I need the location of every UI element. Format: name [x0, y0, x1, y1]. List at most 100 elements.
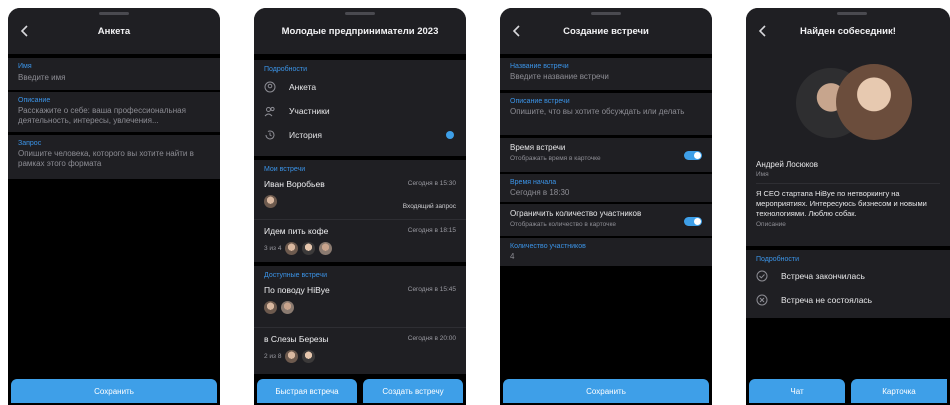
meeting-card[interactable]: Иван Воробьев Сегодня в 15:30 Входящий з…	[254, 173, 466, 219]
meeting-time: Сегодня в 15:30	[407, 180, 456, 187]
my-meetings-section: Мои встречи Иван Воробьев Сегодня в 15:3…	[254, 160, 466, 262]
details-section: Подробности Анкета Участники История	[254, 60, 466, 156]
chat-button[interactable]: Чат	[749, 379, 845, 403]
meeting-name-field[interactable]: Название встречи Введите название встреч…	[500, 58, 712, 90]
limit-participants-title: Ограничить количество участников	[510, 209, 642, 218]
name-input[interactable]: Введите имя	[18, 73, 210, 83]
photo-area	[746, 54, 950, 154]
history-icon	[265, 130, 275, 140]
meeting-time-title: Время встречи	[510, 143, 566, 152]
participants-count-label: Количество участников	[510, 243, 586, 250]
description-field[interactable]: Описание Расскажите о себе: ваша професс…	[8, 92, 220, 132]
avatar	[302, 349, 316, 363]
details-label: Подробности	[756, 256, 800, 263]
users-icon	[264, 106, 275, 117]
screen-profile-form: Анкета Имя Введите имя Описание Расскажи…	[8, 8, 220, 405]
profile-info: Андрей Лосюков Имя Я CEO стартапа HiBye …	[746, 154, 950, 246]
description-input[interactable]: Расскажите о себе: ваша профессиональная…	[18, 106, 210, 126]
page-title: Найден собеседник!	[800, 25, 896, 37]
menu-item-profile[interactable]: Анкета	[254, 75, 466, 99]
avatar	[281, 300, 294, 314]
my-meetings-label: Мои встречи	[264, 166, 306, 173]
card-button[interactable]: Карточка	[851, 379, 947, 403]
screen-match-found: Найден собеседник! Андрей Лосюков Имя Я …	[746, 8, 950, 405]
start-time-value[interactable]: Сегодня в 18:30	[510, 188, 702, 198]
avatar	[302, 241, 316, 255]
start-time-label: Время начала	[510, 179, 557, 186]
request-label: Запрос	[18, 140, 42, 147]
meeting-description-label: Описание встречи	[510, 98, 570, 105]
request-field[interactable]: Запрос Опишите человека, которого вы хот…	[8, 135, 220, 179]
meeting-time: Сегодня в 15:45	[407, 286, 456, 293]
match-name: Андрей Лосюков	[756, 160, 818, 169]
check-circle-icon	[756, 270, 768, 282]
limit-participants-toggle-row: Ограничить количество участников Отображ…	[500, 204, 712, 236]
menu-item-label: Участники	[289, 106, 330, 116]
menu-item-label: Анкета	[289, 82, 317, 92]
meeting-not-happened-option[interactable]: Встреча не состоялась	[746, 289, 950, 311]
option-label: Встреча не состоялась	[781, 295, 873, 305]
meeting-description-field[interactable]: Описание встречи Опишите, что вы хотите …	[500, 93, 712, 135]
menu-item-participants[interactable]: Участники	[254, 99, 466, 123]
avatar	[264, 300, 277, 314]
avatar	[285, 241, 299, 255]
page-title: Анкета	[97, 25, 131, 37]
name-label: Имя	[18, 63, 32, 70]
meeting-time: Сегодня в 20:00	[407, 335, 456, 342]
meeting-card[interactable]: По поводу HiBye Сегодня в 15:45	[254, 279, 466, 327]
meeting-card[interactable]: в Слезы Березы Сегодня в 20:00 2 из 8	[254, 328, 466, 376]
option-label: Встреча закончилась	[781, 271, 865, 281]
page-title: Создание встречи	[563, 25, 649, 37]
participants-count-field[interactable]: Количество участников 4	[500, 238, 712, 266]
details-label: Подробности	[264, 66, 308, 73]
meeting-name-label: Название встречи	[510, 63, 569, 70]
header: Найден собеседник!	[746, 8, 950, 54]
meeting-time: Сегодня в 18:15	[407, 227, 456, 234]
available-meetings-label: Доступные встречи	[264, 272, 327, 279]
save-button[interactable]: Сохранить	[11, 379, 217, 403]
available-meetings-section: Доступные встречи По поводу HiBye Сегодн…	[254, 266, 466, 374]
notification-dot	[446, 131, 454, 139]
screen-create-meeting: Создание встречи Название встречи Введит…	[500, 8, 712, 405]
participants-count: 3 из 4	[264, 244, 282, 252]
header: Молодые предприниматели 2023	[254, 8, 466, 54]
match-about: Я CEO стартапа HiBye по нетворкингу на м…	[756, 189, 927, 218]
match-name-caption: Имя	[756, 171, 769, 178]
name-field[interactable]: Имя Введите имя	[8, 58, 220, 90]
avatar	[264, 194, 277, 208]
start-time-field[interactable]: Время начала Сегодня в 18:30	[500, 174, 712, 202]
save-button[interactable]: Сохранить	[503, 379, 709, 403]
header: Создание встречи	[500, 8, 712, 54]
quick-meeting-button[interactable]: Быстрая встреча	[257, 379, 357, 403]
x-circle-icon	[756, 294, 768, 306]
match-photo-2	[836, 64, 912, 140]
participants-count-value[interactable]: 4	[510, 252, 702, 262]
meeting-time-toggle-row: Время встречи Отображать время в карточк…	[500, 138, 712, 172]
menu-item-history[interactable]: История	[254, 123, 466, 147]
meeting-description-input[interactable]: Опишите, что вы хотите обсуждать или дел…	[510, 107, 702, 117]
participants-count: 2 из 8	[264, 352, 282, 360]
header: Анкета	[8, 8, 220, 54]
match-about-caption: Описание	[756, 221, 786, 228]
create-meeting-button[interactable]: Создать встречу	[363, 379, 463, 403]
menu-item-label: История	[289, 130, 322, 140]
limit-participants-toggle[interactable]	[684, 217, 702, 226]
avatar	[285, 349, 299, 363]
meeting-time-toggle[interactable]	[684, 151, 702, 160]
back-arrow-icon[interactable]	[755, 23, 771, 39]
meeting-time-hint: Отображать время в карточке	[510, 155, 601, 162]
description-label: Описание	[18, 97, 51, 104]
incoming-request-badge: Входящий запрос	[402, 203, 456, 210]
request-input[interactable]: Опишите человека, которого вы хотите най…	[18, 149, 210, 169]
back-arrow-icon[interactable]	[509, 23, 525, 39]
limit-participants-hint: Отображать количество в карточке	[510, 221, 616, 228]
details-section: Подробности Встреча закончилась Встреча …	[746, 250, 950, 318]
screen-event: Молодые предприниматели 2023 Подробности…	[254, 8, 466, 405]
back-arrow-icon[interactable]	[17, 23, 33, 39]
meeting-name-input[interactable]: Введите название встречи	[510, 72, 702, 82]
page-title: Молодые предприниматели 2023	[281, 25, 439, 37]
meeting-card[interactable]: Идем пить кофе Сегодня в 18:15 3 из 4	[254, 220, 466, 268]
avatar	[319, 241, 333, 255]
meeting-finished-option[interactable]: Встреча закончилась	[746, 263, 950, 289]
person-icon	[264, 81, 276, 93]
